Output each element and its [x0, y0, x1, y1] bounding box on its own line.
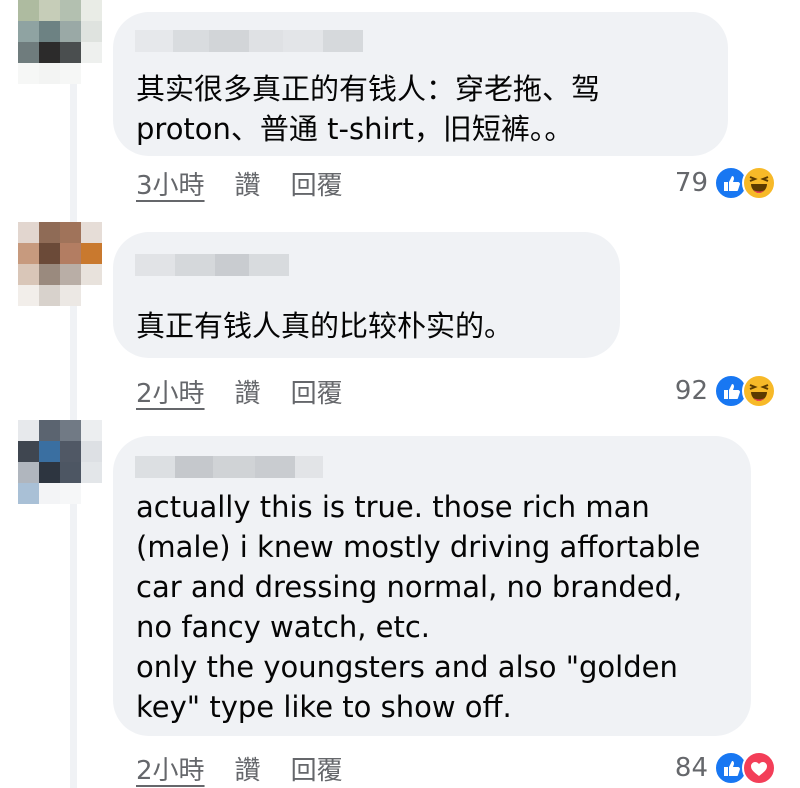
- reaction-count: 79: [674, 168, 708, 198]
- reaction-summary[interactable]: 79: [675, 163, 776, 203]
- comment-actions: 3小時 讚 回覆: [136, 165, 343, 202]
- comment-bubble: 真正有钱人真的比较朴实的。: [113, 232, 620, 358]
- haha-icon: [742, 166, 776, 200]
- like-button[interactable]: 讚: [235, 750, 261, 787]
- avatar[interactable]: [18, 420, 102, 504]
- comment-text: 其实很多真正的有钱人：穿老拖、驾 proton、普通 t-shirt，旧短裤。。: [136, 72, 601, 146]
- comment-bubble: actually this is true. those rich man (m…: [113, 436, 751, 736]
- author-name-blurred[interactable]: [135, 30, 363, 52]
- comment-text: 真正有钱人真的比较朴实的。: [136, 309, 514, 343]
- love-icon: [742, 751, 776, 785]
- comment-bubble: 其实很多真正的有钱人：穿老拖、驾 proton、普通 t-shirt，旧短裤。。: [113, 12, 728, 156]
- reaction-summary[interactable]: 92: [675, 371, 776, 411]
- comment-actions: 2小時 讚 回覆: [136, 373, 343, 410]
- like-button[interactable]: 讚: [235, 373, 261, 410]
- haha-icon: [742, 374, 776, 408]
- reaction-summary[interactable]: 84: [675, 748, 776, 788]
- reply-button[interactable]: 回覆: [291, 165, 343, 202]
- author-name-blurred[interactable]: [135, 254, 289, 276]
- comment-text: actually this is true. those rich man (m…: [136, 490, 701, 724]
- comment-time-link[interactable]: 2小時: [136, 373, 205, 410]
- like-button[interactable]: 讚: [235, 165, 261, 202]
- comment-time-link[interactable]: 3小時: [136, 165, 205, 202]
- reaction-count: 84: [674, 753, 708, 783]
- reply-button[interactable]: 回覆: [291, 750, 343, 787]
- avatar[interactable]: [18, 222, 102, 306]
- avatar[interactable]: [18, 0, 102, 84]
- reply-button[interactable]: 回覆: [291, 373, 343, 410]
- author-name-blurred[interactable]: [135, 456, 323, 478]
- thread-line: [70, 0, 77, 788]
- reaction-count: 92: [674, 376, 708, 406]
- comment-actions: 2小時 讚 回覆: [136, 750, 343, 787]
- comment-time-link[interactable]: 2小時: [136, 750, 205, 787]
